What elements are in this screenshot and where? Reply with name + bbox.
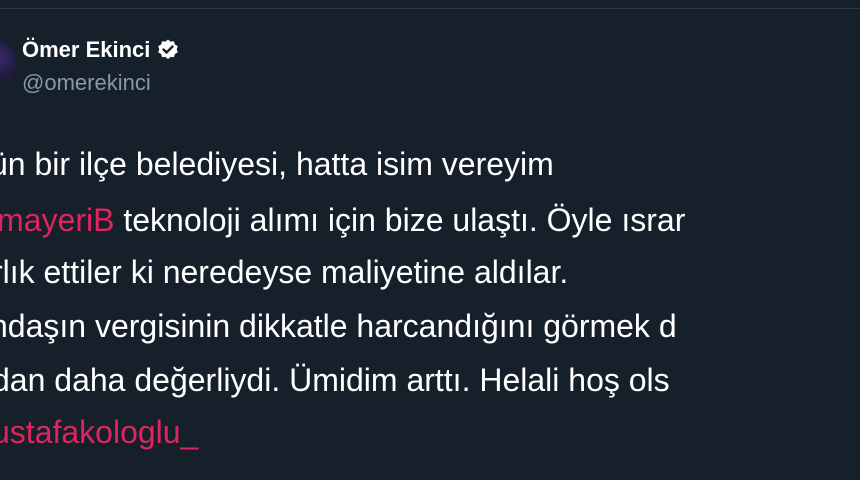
tweet-line-6: ustafakologlu_ <box>0 412 198 452</box>
tweet-line-2: imayeriB teknoloji alımı için bize ulaşt… <box>0 200 685 240</box>
tweet-header: Ömer Ekinci @omerekinci <box>22 36 180 96</box>
tweet-line-text: ndaşın vergisinin dikkatle harcandığını … <box>0 308 677 344</box>
tweet-line-text: ün bir ilçe belediyesi, hatta isim verey… <box>0 146 554 182</box>
tweet-line-3: rlık ettiler ki neredeyse maliyetine ald… <box>0 252 568 292</box>
mention-link[interactable]: imayeriB <box>0 202 114 238</box>
verified-badge-icon <box>156 38 180 62</box>
author-handle[interactable]: @omerekinci <box>22 70 180 96</box>
author-display-name[interactable]: Ömer Ekinci <box>22 37 150 63</box>
mention-link[interactable]: ustafakologlu_ <box>0 414 198 450</box>
avatar[interactable] <box>0 40 16 86</box>
tweet-line-4: ndaşın vergisinin dikkatle harcandığını … <box>0 306 677 346</box>
tweet-line-text: rlık ettiler ki neredeyse maliyetine ald… <box>0 254 569 290</box>
tweet-line-1: ün bir ilçe belediyesi, hatta isim verey… <box>0 144 554 184</box>
tweet-line-text: dan daha değerliydi. Ümidim arttı. Helal… <box>0 362 670 398</box>
top-divider <box>0 8 860 9</box>
tweet-text: ün bir ilçe belediyesi, hatta isim verey… <box>0 140 860 480</box>
tweet-line-5: dan daha değerliydi. Ümidim arttı. Helal… <box>0 360 670 400</box>
name-row: Ömer Ekinci <box>22 36 180 64</box>
tweet-line-text: teknoloji alımı için bize ulaştı. Öyle ı… <box>114 202 686 238</box>
